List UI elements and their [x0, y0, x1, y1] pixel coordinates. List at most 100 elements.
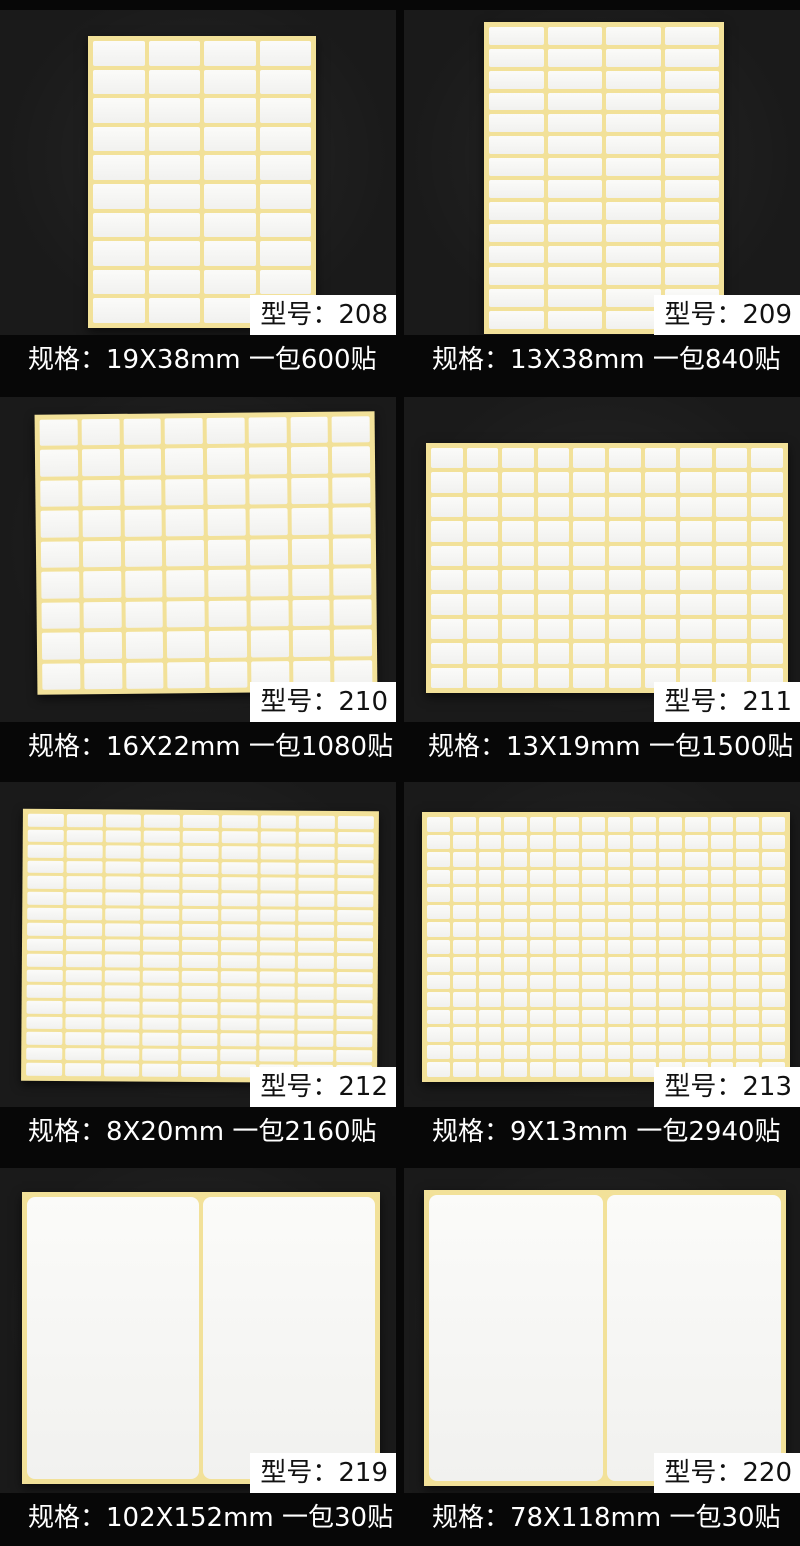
- sticker-label: [555, 834, 579, 850]
- sticker-label: [504, 922, 528, 937]
- sticker-label: [65, 938, 102, 952]
- sticker-label: [530, 1062, 553, 1077]
- sticker-label: [427, 974, 450, 990]
- sticker-label: [41, 632, 80, 660]
- sticker-label: [431, 521, 463, 542]
- label-grid: [427, 817, 785, 1077]
- product-grid: 型号：208 规格：19X38mm 一包600贴 型号：209 规格：13X38…: [0, 0, 800, 1546]
- sticker-label: [537, 521, 570, 542]
- sticker-label: [664, 223, 719, 242]
- sticker-label: [26, 969, 63, 983]
- sticker-label: [502, 521, 534, 542]
- sticker-label: [204, 69, 256, 95]
- sticker-label: [104, 876, 141, 890]
- sticker-label: [249, 538, 288, 566]
- sticker-label: [581, 1009, 605, 1025]
- sticker-label: [93, 184, 145, 209]
- sticker-label: [431, 667, 463, 688]
- sticker-label: [664, 114, 719, 133]
- sticker-label: [337, 925, 374, 938]
- sticker-label: [530, 974, 553, 990]
- sticker-label: [606, 136, 661, 155]
- sticker-label: [332, 477, 371, 504]
- sticker-label: [427, 1044, 450, 1060]
- sticker-label: [258, 1049, 295, 1063]
- sticker-label: [220, 1002, 257, 1016]
- sticker-label: [659, 1027, 682, 1042]
- sticker-label: [207, 478, 246, 506]
- sticker-label: [573, 448, 605, 469]
- sticker-label: [259, 908, 296, 922]
- sticker-label: [452, 939, 476, 955]
- sticker-label: [684, 1027, 708, 1042]
- sticker-label: [143, 908, 180, 921]
- sticker-label: [530, 904, 553, 920]
- sticker-label: [710, 887, 734, 902]
- sticker-label: [684, 887, 708, 902]
- sticker-label: [751, 521, 783, 542]
- sticker-label: [148, 184, 200, 209]
- sticker-label: [93, 41, 145, 66]
- sticker-label: [609, 496, 641, 518]
- sticker-label: [431, 472, 463, 493]
- sticker-label: [489, 223, 544, 242]
- sticker-label: [41, 601, 80, 629]
- sticker-label: [103, 1016, 140, 1030]
- sticker-label: [142, 1017, 179, 1031]
- sticker-label: [762, 904, 785, 920]
- sticker-label: [331, 416, 370, 444]
- sticker-label: [104, 939, 141, 952]
- sticker-label: [466, 496, 499, 518]
- sticker-label: [736, 869, 760, 885]
- sticker-label: [66, 860, 103, 874]
- sticker-label: [164, 418, 203, 445]
- sticker-label: [530, 1027, 553, 1042]
- sticker-label: [337, 956, 373, 970]
- sticker-label: [547, 201, 602, 220]
- spec-caption: 规格：9X13mm 一包2940贴: [432, 1117, 781, 1147]
- sticker-label: [659, 1009, 682, 1025]
- sticker-label: [762, 1009, 785, 1025]
- sticker-label: [547, 27, 602, 45]
- sticker-label: [581, 922, 605, 937]
- sticker-label: [220, 1048, 256, 1062]
- sticker-label: [166, 600, 205, 628]
- sticker-label: [659, 869, 682, 885]
- sticker-label: [573, 545, 605, 566]
- sticker-label: [259, 41, 311, 66]
- sticker-label: [736, 904, 760, 920]
- sticker-label: [555, 887, 579, 902]
- sticker-label: [762, 1027, 785, 1042]
- sticker-label: [142, 1048, 179, 1062]
- sticker-label: [547, 289, 602, 308]
- sticker-label: [710, 904, 734, 920]
- sticker-label: [684, 992, 708, 1007]
- sticker-label: [250, 630, 289, 658]
- sticker-label: [466, 618, 499, 640]
- product-photo-209: 型号：209: [404, 10, 800, 335]
- sticker-label: [633, 904, 657, 920]
- sticker-label: [607, 939, 631, 955]
- sticker-label: [736, 834, 760, 850]
- sticker-label: [555, 852, 579, 867]
- sticker-label: [83, 662, 122, 690]
- sticker-label: [736, 1027, 760, 1042]
- sticker-label: [81, 418, 120, 446]
- sticker-label: [581, 1044, 605, 1060]
- sticker-label: [66, 845, 103, 859]
- sticker-label: [104, 970, 141, 984]
- sticker-label: [298, 940, 335, 954]
- sticker-label: [336, 1034, 373, 1048]
- model-tag: 型号：208: [250, 295, 396, 335]
- sticker-label: [607, 957, 631, 972]
- sticker-label: [297, 1002, 334, 1016]
- label-grid: [489, 27, 719, 329]
- sticker-label: [143, 845, 180, 859]
- sticker-label: [125, 601, 164, 628]
- sticker-label: [715, 521, 748, 542]
- sticker-label: [65, 1016, 102, 1030]
- sticker-label: [452, 1044, 476, 1060]
- sticker-label: [547, 311, 602, 329]
- sticker-label: [751, 448, 783, 469]
- sticker-label: [65, 954, 102, 968]
